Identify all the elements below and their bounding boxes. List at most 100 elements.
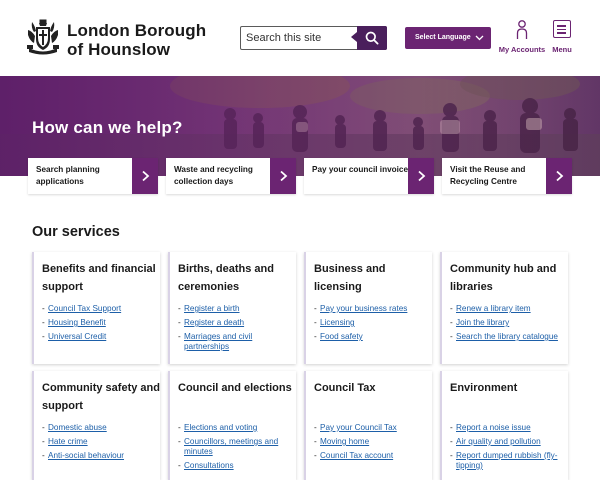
service-card-title[interactable]: Business and licensing: [314, 261, 432, 296]
list-item: Domestic abuse: [42, 423, 160, 433]
chevron-down-icon: [475, 35, 484, 41]
chevron-right-icon: [132, 158, 158, 194]
service-card-community-safety: Community safety and support Domestic ab…: [32, 371, 160, 480]
site-title[interactable]: London Borough of Hounslow: [67, 21, 206, 59]
service-card-links: Domestic abuse Hate crime Anti-social be…: [42, 423, 160, 465]
quick-link-invoice[interactable]: Pay your council invoice: [304, 158, 434, 194]
service-link[interactable]: Council Tax Support: [48, 304, 121, 313]
service-link[interactable]: Hate crime: [48, 437, 88, 446]
list-item: Marriages and civil partnerships: [178, 332, 296, 352]
list-item: Register a birth: [178, 304, 296, 314]
site-header: London Borough of Hounslow Select Langua…: [0, 0, 600, 76]
list-item: Air quality and pollution: [450, 437, 568, 447]
list-item: Councillors, meetings and minutes: [178, 437, 296, 457]
service-link[interactable]: Housing Benefit: [48, 318, 106, 327]
quick-link-label: Search planning applications: [36, 165, 100, 186]
list-item: Moving home: [314, 437, 432, 447]
service-card-libraries: Community hub and libraries Renew a libr…: [440, 252, 568, 364]
list-item: Anti-social behaviour: [42, 451, 160, 461]
hero-title: How can we help?: [32, 118, 183, 137]
service-link[interactable]: Register a birth: [184, 304, 240, 313]
service-link[interactable]: Report a noise issue: [456, 423, 531, 432]
service-card-links: Council Tax Support Housing Benefit Univ…: [42, 304, 160, 346]
service-card-links: Pay your business rates Licensing Food s…: [314, 304, 432, 346]
service-card-title[interactable]: Births, deaths and ceremonies: [178, 261, 296, 296]
language-select[interactable]: Select Language: [405, 27, 491, 49]
service-link[interactable]: Search the library catalogue: [456, 332, 558, 341]
service-card-council-tax: Council Tax Pay your Council Tax Moving …: [304, 371, 432, 480]
quick-link-reuse-centre[interactable]: Visit the Reuse and Recycling Centre: [442, 158, 572, 194]
service-link[interactable]: Anti-social behaviour: [48, 451, 124, 460]
service-link[interactable]: Universal Credit: [48, 332, 106, 341]
search-input[interactable]: [241, 27, 358, 49]
menu-button[interactable]: Menu: [551, 20, 573, 56]
quick-link-label: Waste and recycling collection days: [174, 165, 253, 186]
search-box: [240, 26, 387, 50]
service-card-births: Births, deaths and ceremonies Register a…: [168, 252, 296, 364]
service-link[interactable]: Report dumped rubbish (fly-tipping): [456, 451, 557, 470]
service-link[interactable]: Elections and voting: [184, 423, 257, 432]
service-card-title[interactable]: Benefits and financial support: [42, 261, 160, 296]
quick-link-label: Visit the Reuse and Recycling Centre: [450, 165, 526, 186]
service-card-title[interactable]: Community hub and libraries: [450, 261, 568, 296]
magnifier-icon: [365, 31, 379, 45]
service-link[interactable]: Moving home: [320, 437, 369, 446]
list-item: Food safety: [314, 332, 432, 342]
service-link[interactable]: Air quality and pollution: [456, 437, 541, 446]
service-card-title[interactable]: Community safety and support: [42, 380, 160, 415]
list-item: Search the library catalogue: [450, 332, 568, 342]
borough-crest-icon[interactable]: [25, 19, 61, 55]
service-link[interactable]: Licensing: [320, 318, 355, 327]
list-item: Council Tax account: [314, 451, 432, 461]
list-item: Council Tax Support: [42, 304, 160, 314]
list-item: Report dumped rubbish (fly-tipping): [450, 451, 568, 471]
service-link[interactable]: Consultations: [184, 461, 234, 470]
service-card-benefits: Benefits and financial support Council T…: [32, 252, 160, 364]
language-select-label: Select Language: [415, 34, 471, 41]
list-item: Housing Benefit: [42, 318, 160, 328]
list-item: Pay your Council Tax: [314, 423, 432, 433]
chevron-right-icon: [546, 158, 572, 194]
service-link[interactable]: Marriages and civil partnerships: [184, 332, 252, 351]
search-button[interactable]: [351, 26, 387, 50]
service-link[interactable]: Domestic abuse: [48, 423, 107, 432]
menu-label: Menu: [552, 45, 572, 54]
list-item: Hate crime: [42, 437, 160, 447]
service-link[interactable]: Pay your Council Tax: [320, 423, 397, 432]
quick-link-label: Pay your council invoice: [312, 165, 409, 174]
quick-link-planning[interactable]: Search planning applications: [28, 158, 158, 194]
hamburger-icon: [553, 20, 571, 38]
service-link[interactable]: Councillors, meetings and minutes: [184, 437, 278, 456]
service-card-links: Pay your Council Tax Moving home Council…: [314, 423, 432, 465]
service-card-links: Elections and voting Councillors, meetin…: [178, 423, 296, 475]
service-link[interactable]: Register a death: [184, 318, 244, 327]
list-item: Renew a library item: [450, 304, 568, 314]
my-accounts-label: My Accounts: [498, 45, 546, 54]
service-link[interactable]: Renew a library item: [456, 304, 531, 313]
services-heading: Our services: [32, 224, 120, 240]
site-title-line2: of Hounslow: [67, 40, 171, 59]
list-item: Register a death: [178, 318, 296, 328]
service-link[interactable]: Food safety: [320, 332, 363, 341]
chevron-right-icon: [408, 158, 434, 194]
quick-link-waste[interactable]: Waste and recycling collection days: [166, 158, 296, 194]
list-item: Join the library: [450, 318, 568, 328]
service-card-environment: Environment Report a noise issue Air qua…: [440, 371, 568, 480]
service-card-title[interactable]: Council and elections: [178, 380, 296, 398]
service-card-links: Renew a library item Join the library Se…: [450, 304, 568, 346]
chevron-right-icon: [270, 158, 296, 194]
service-link[interactable]: Council Tax account: [320, 451, 393, 460]
list-item: Elections and voting: [178, 423, 296, 433]
service-card-links: Register a birth Register a death Marria…: [178, 304, 296, 356]
person-icon: [516, 20, 528, 39]
service-card-title[interactable]: Environment: [450, 380, 568, 398]
list-item: Licensing: [314, 318, 432, 328]
service-link[interactable]: Join the library: [456, 318, 509, 327]
list-item: Report a noise issue: [450, 423, 568, 433]
service-link[interactable]: Pay your business rates: [320, 304, 407, 313]
service-card-council-elections: Council and elections Elections and voti…: [168, 371, 296, 480]
service-card-links: Report a noise issue Air quality and pol…: [450, 423, 568, 475]
service-card-title[interactable]: Council Tax: [314, 380, 432, 398]
my-accounts-button[interactable]: My Accounts: [497, 20, 547, 56]
service-card-business: Business and licensing Pay your business…: [304, 252, 432, 364]
